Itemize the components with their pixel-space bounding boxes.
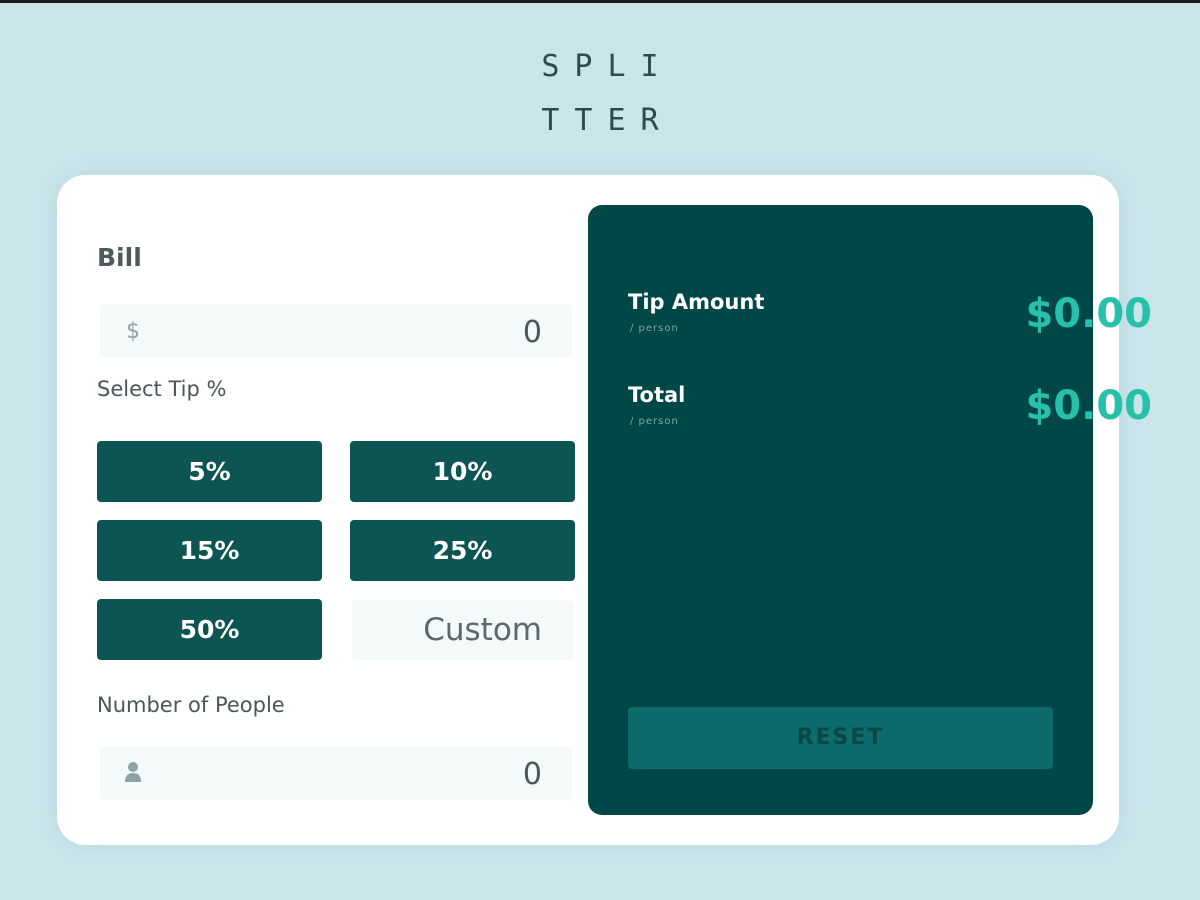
reset-button[interactable]: RESET xyxy=(628,707,1053,769)
tip-25-button[interactable]: 25% xyxy=(350,520,575,581)
top-border xyxy=(0,0,1200,3)
person-icon xyxy=(124,758,144,786)
total-sublabel: / person xyxy=(630,416,679,427)
total-label: Total xyxy=(628,383,686,407)
total-value: $0.00 xyxy=(1025,383,1152,429)
tip-amount-sublabel: / person xyxy=(630,323,679,334)
bill-input[interactable] xyxy=(340,314,544,352)
people-input[interactable] xyxy=(340,756,544,794)
tip-15-button[interactable]: 15% xyxy=(97,520,322,581)
tip-amount-value: $0.00 xyxy=(1025,291,1152,337)
app-logo: SPLI TTER xyxy=(0,40,1200,148)
logo-line-1: SPLI xyxy=(541,49,674,84)
custom-tip-input[interactable]: Custom xyxy=(352,600,574,660)
tip-5-button[interactable]: 5% xyxy=(97,441,322,502)
bill-field[interactable]: $ xyxy=(100,304,572,358)
bill-label: Bill xyxy=(97,243,142,272)
tip-amount-label: Tip Amount xyxy=(628,290,765,314)
number-of-people-label: Number of People xyxy=(97,693,285,717)
dollar-icon: $ xyxy=(124,316,144,344)
logo-line-2: TTER xyxy=(541,103,674,138)
tip-10-button[interactable]: 10% xyxy=(350,441,575,502)
svg-text:$: $ xyxy=(126,319,140,344)
tip-50-button[interactable]: 50% xyxy=(97,599,322,660)
people-field[interactable] xyxy=(100,746,572,800)
select-tip-label: Select Tip % xyxy=(97,377,227,401)
